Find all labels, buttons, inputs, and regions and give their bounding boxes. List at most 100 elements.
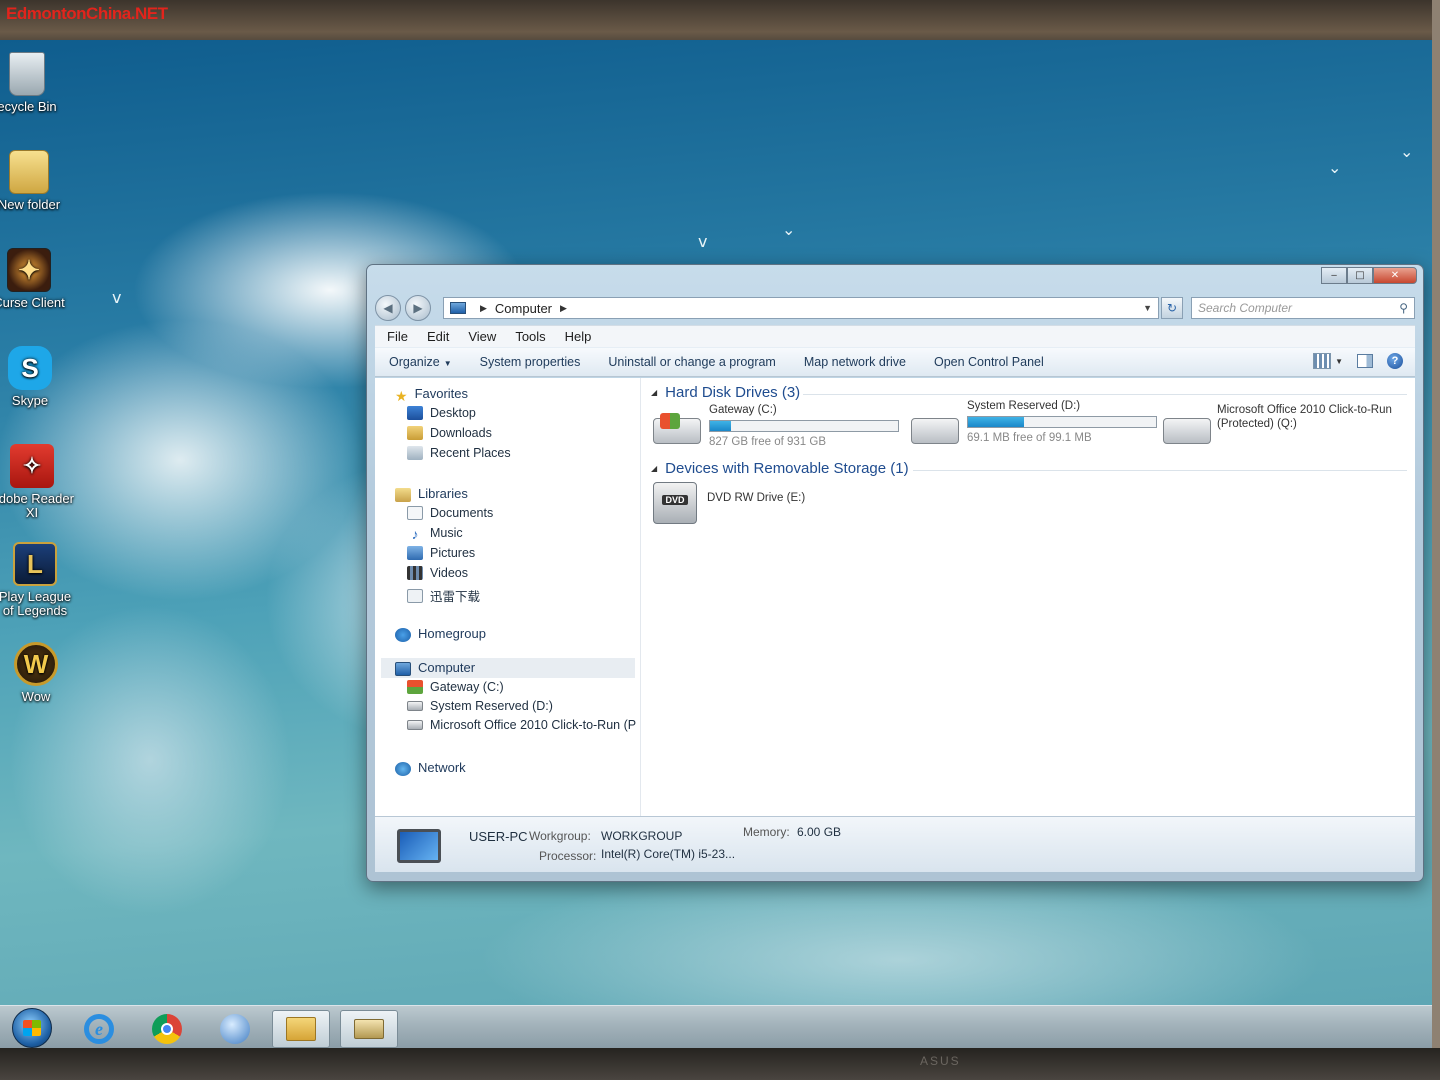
- taskbar-media-player[interactable]: [206, 1010, 264, 1048]
- nav-item-recent-places[interactable]: Recent Places: [407, 446, 511, 460]
- nav-libraries[interactable]: Libraries: [395, 486, 468, 502]
- desktop-icon-adobe-reader[interactable]: ✧ Adobe Reader XI: [0, 444, 75, 520]
- organize-button[interactable]: Organize ▼: [389, 355, 452, 369]
- nav-item-label: Pictures: [430, 546, 476, 560]
- recent-places-icon: [407, 446, 423, 460]
- libraries-icon: [395, 487, 411, 502]
- menu-file[interactable]: File: [387, 329, 408, 344]
- drive-gateway-c[interactable]: Gateway (C:) 827 GB free of 931 GB: [653, 404, 899, 448]
- collapse-icon[interactable]: ◢: [651, 464, 657, 473]
- breadcrumb-computer[interactable]: Computer: [495, 301, 552, 316]
- drive-name: System Reserved (D:): [967, 400, 1081, 412]
- taskbar-windows-explorer[interactable]: [272, 1010, 330, 1048]
- nav-computer[interactable]: Computer: [395, 660, 475, 676]
- nav-item-downloads[interactable]: Downloads: [407, 426, 492, 440]
- desktop-icon-label: New folder: [0, 197, 61, 212]
- forward-button[interactable]: ▶: [405, 295, 431, 321]
- maximize-button[interactable]: □: [1347, 267, 1373, 284]
- nav-item-xunlei-downloads[interactable]: 迅雷下载: [407, 586, 480, 605]
- preview-pane-icon[interactable]: [1357, 354, 1373, 368]
- drive-usage-bar: [967, 416, 1157, 428]
- bird-decoration: ⌄: [1400, 142, 1414, 161]
- address-bar[interactable]: ▶ Computer ▶ ▼: [443, 297, 1159, 319]
- desktop-icon-curse-client[interactable]: ✦ Curse Client: [0, 248, 72, 310]
- computer-name: USER-PC: [469, 829, 528, 844]
- menu-help[interactable]: Help: [565, 329, 592, 344]
- drive-dvd-rw-e[interactable]: DVD DVD RW Drive (E:): [653, 482, 833, 528]
- section-title: Devices with Removable Storage (1): [665, 460, 909, 477]
- drive-system-reserved-d[interactable]: System Reserved (D:) 69.1 MB free of 99.…: [911, 400, 1157, 444]
- drive-name: Gateway (C:): [709, 404, 777, 416]
- map-network-drive-button[interactable]: Map network drive: [804, 355, 906, 369]
- back-button[interactable]: ◀: [375, 295, 401, 321]
- breadcrumb-separator-icon[interactable]: ▶: [560, 303, 567, 314]
- breadcrumb-separator-icon: ▶: [480, 302, 487, 313]
- nav-network-label: Network: [418, 760, 466, 775]
- bird-decoration: v: [112, 288, 122, 307]
- drive-office-click-to-run-q[interactable]: Microsoft Office 2010 Click-to-Run (Prot…: [1163, 404, 1413, 448]
- adobe-reader-icon: ✧: [10, 444, 54, 488]
- open-control-panel-button[interactable]: Open Control Panel: [934, 355, 1044, 369]
- taskbar-chrome[interactable]: [138, 1010, 196, 1048]
- command-bar-tools: ▼ ?: [1313, 353, 1403, 369]
- address-dropdown-icon[interactable]: ▼: [1143, 303, 1152, 313]
- desktop-icon-skype[interactable]: S Skype: [0, 346, 73, 408]
- minimize-button[interactable]: ‒: [1321, 267, 1347, 284]
- drive-usage-fill: [968, 417, 1025, 427]
- uninstall-program-button[interactable]: Uninstall or change a program: [608, 355, 775, 369]
- nav-network[interactable]: Network: [395, 760, 466, 776]
- nav-item-music[interactable]: ♪ Music: [407, 526, 463, 542]
- section-divider: [803, 394, 1407, 395]
- collapse-icon[interactable]: ◢: [651, 388, 657, 397]
- nav-homegroup[interactable]: Homegroup: [395, 626, 486, 642]
- drive-icon: [1163, 418, 1211, 444]
- dvd-drive-icon: DVD: [653, 482, 697, 524]
- menu-edit[interactable]: Edit: [427, 329, 449, 344]
- chevron-down-icon[interactable]: ▼: [1335, 357, 1343, 366]
- nav-item-pictures[interactable]: Pictures: [407, 546, 475, 560]
- taskbar-internet-explorer[interactable]: e: [70, 1010, 128, 1048]
- workgroup-value: WORKGROUP: [601, 829, 683, 843]
- desktop-icon-recycle-bin[interactable]: ecycle Bin: [0, 52, 70, 114]
- close-button[interactable]: ✕: [1373, 267, 1417, 284]
- pictures-icon: [407, 546, 423, 560]
- desktop-icon-league-of-legends[interactable]: L Play League of Legends: [0, 542, 78, 618]
- menu-tools[interactable]: Tools: [515, 329, 545, 344]
- monitor-bezel-right: [1432, 0, 1440, 1080]
- drive-name-line2: (Protected) (Q:): [1217, 418, 1297, 430]
- help-icon[interactable]: ?: [1387, 353, 1403, 369]
- nav-item-office-click-to-run[interactable]: Microsoft Office 2010 Click-to-Run (P: [407, 718, 636, 732]
- network-icon: [395, 761, 411, 776]
- search-input[interactable]: Search Computer ⚲: [1191, 297, 1415, 319]
- menu-view[interactable]: View: [468, 329, 496, 344]
- folder-icon: [407, 588, 423, 603]
- desktop-icon-wow[interactable]: W Wow: [0, 642, 79, 704]
- drive-usage-fill: [710, 421, 731, 431]
- curse-client-icon: ✦: [7, 248, 51, 292]
- change-view-icon[interactable]: [1313, 353, 1332, 369]
- desktop-icon-new-folder[interactable]: New folder: [0, 150, 72, 212]
- nav-item-documents[interactable]: Documents: [407, 506, 493, 520]
- nav-item-videos[interactable]: Videos: [407, 566, 468, 580]
- menu-bar: File Edit View Tools Help: [375, 325, 1415, 347]
- monitor-bezel-bottom: [0, 1048, 1440, 1080]
- drive-name: DVD RW Drive (E:): [707, 492, 806, 504]
- refresh-button[interactable]: ↻: [1161, 297, 1183, 319]
- chrome-icon: [152, 1014, 182, 1044]
- search-icon[interactable]: ⚲: [1399, 301, 1408, 315]
- section-hard-disk-drives[interactable]: ◢ Hard Disk Drives (3): [651, 384, 800, 401]
- computer-icon: [395, 661, 411, 676]
- main-pane: ◢ Hard Disk Drives (3) Gateway (C:) 827 G…: [643, 378, 1415, 816]
- start-button[interactable]: [12, 1008, 52, 1048]
- nav-item-label: Desktop: [430, 406, 476, 420]
- nav-item-gateway-c[interactable]: Gateway (C:): [407, 680, 504, 694]
- system-properties-button[interactable]: System properties: [480, 355, 581, 369]
- computer-monitor-icon: [397, 829, 441, 863]
- section-removable-storage[interactable]: ◢ Devices with Removable Storage (1): [651, 460, 909, 477]
- nav-item-system-reserved-d[interactable]: System Reserved (D:): [407, 699, 553, 713]
- taskbar-drive-app[interactable]: [340, 1010, 398, 1048]
- nav-item-desktop[interactable]: Desktop: [407, 406, 476, 420]
- desktop-icon: [407, 406, 423, 420]
- nav-favorites[interactable]: ★ Favorites: [395, 386, 469, 404]
- nav-favorites-label: Favorites: [414, 386, 469, 401]
